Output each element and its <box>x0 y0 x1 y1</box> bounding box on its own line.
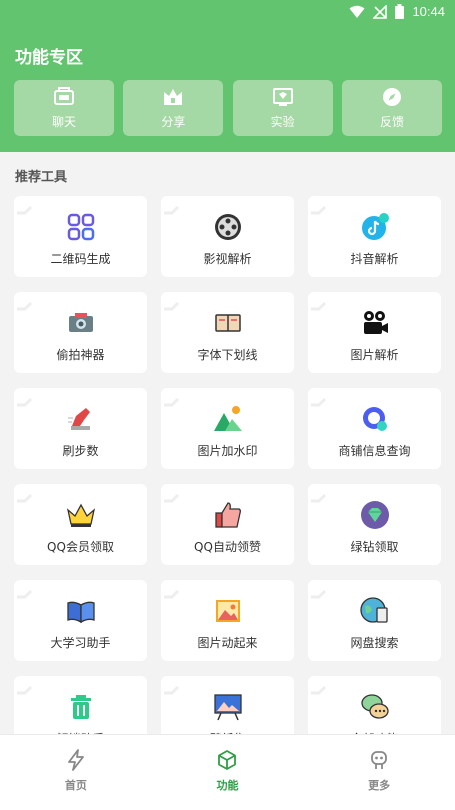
page-title: 功能专区 <box>15 48 83 68</box>
tool-label: 刷步数 <box>62 444 99 458</box>
quick-action-row: 聊天 分享 实验 反馈 <box>14 80 442 136</box>
search-bubble-icon <box>362 407 387 431</box>
no-signal-icon <box>373 4 388 19</box>
film-reel-icon <box>214 214 241 240</box>
quick-action-label: 聊天 <box>51 115 76 129</box>
card-decoration-icon <box>17 205 33 215</box>
nav-label: 功能 <box>216 779 239 792</box>
tool-label: 网盘搜索 <box>350 636 399 650</box>
card-decoration-icon <box>311 685 327 695</box>
card-decoration-icon <box>164 589 180 599</box>
status-bar: 10:44 <box>0 0 455 24</box>
bottom-nav: 首页 功能 更多 <box>0 734 455 810</box>
tool-label: QQ自动领赞 <box>194 540 261 554</box>
tool-label: 字体下划线 <box>197 348 258 362</box>
compass-icon <box>382 88 401 106</box>
card-decoration-icon <box>164 205 180 215</box>
cube-icon <box>218 750 237 770</box>
tool-card-watermark[interactable]: 图片加水印 <box>161 388 294 469</box>
card-decoration-icon <box>164 493 180 503</box>
running-shoe-icon <box>67 408 90 430</box>
easel-icon <box>213 694 242 721</box>
wifi-icon <box>349 5 365 18</box>
card-decoration-icon <box>164 397 180 407</box>
card-decoration-icon <box>311 205 327 215</box>
tool-label: 影视解析 <box>203 252 252 266</box>
quick-action-share[interactable]: 分享 <box>123 80 224 136</box>
card-decoration-icon <box>311 397 327 407</box>
nav-label: 首页 <box>64 779 87 792</box>
video-camera-icon <box>363 311 388 334</box>
tool-label: 图片动起来 <box>197 636 258 650</box>
tool-card-qq-like[interactable]: QQ自动领赞 <box>161 484 294 565</box>
mountain-image-icon <box>213 406 242 431</box>
lightning-icon <box>67 749 84 771</box>
tool-label: 图片加水印 <box>197 444 258 458</box>
tool-card-image-parse[interactable]: 图片解析 <box>308 292 441 373</box>
tool-card-animate-image[interactable]: 图片动起来 <box>161 580 294 661</box>
tool-card-cloud-search[interactable]: 网盘搜索 <box>308 580 441 661</box>
diamond-icon <box>360 501 389 529</box>
tool-label: 绿钻领取 <box>350 540 399 554</box>
nav-tab-features[interactable]: 功能 <box>167 749 287 793</box>
nav-tab-more[interactable]: 更多 <box>319 749 439 793</box>
picture-frame-icon <box>215 600 240 622</box>
chat-bubbles-icon <box>360 694 389 719</box>
battery-icon <box>395 4 405 19</box>
tool-card-font-underline[interactable]: 字体下划线 <box>161 292 294 373</box>
quick-action-label: 分享 <box>161 115 186 129</box>
tool-card-video-parse[interactable]: 影视解析 <box>161 196 294 277</box>
camera-icon <box>68 313 93 332</box>
chat-icon <box>54 87 74 105</box>
open-book-icon <box>66 601 95 624</box>
tool-label: QQ会员领取 <box>47 540 114 554</box>
share-icon <box>164 89 183 105</box>
quick-action-label: 实验 <box>270 115 295 129</box>
robot-icon <box>371 751 388 769</box>
tool-card-douyin-parse[interactable]: 抖音解析 <box>308 196 441 277</box>
tool-label: 抖音解析 <box>350 252 399 266</box>
nav-tab-home[interactable]: 首页 <box>16 749 136 793</box>
card-decoration-icon <box>17 301 33 311</box>
card-decoration-icon <box>17 685 33 695</box>
card-decoration-icon <box>17 397 33 407</box>
tool-card-green-diamond[interactable]: 绿钻领取 <box>308 484 441 565</box>
card-decoration-icon <box>311 301 327 311</box>
experiment-icon <box>272 88 293 106</box>
tool-label: 偷拍神器 <box>56 348 105 362</box>
card-decoration-icon <box>311 589 327 599</box>
card-decoration-icon <box>17 589 33 599</box>
card-decoration-icon <box>17 493 33 503</box>
tool-card-step-count[interactable]: 刷步数 <box>14 388 147 469</box>
quick-action-feedback[interactable]: 反馈 <box>341 80 442 136</box>
tool-label: 二维码生成 <box>50 252 111 266</box>
tool-label: 大学习助手 <box>50 636 111 650</box>
header: 功能专区 聊天 分享 实验 反馈 <box>0 24 455 152</box>
quick-action-chat[interactable]: 聊天 <box>14 80 114 136</box>
tool-label: 图片解析 <box>350 348 399 362</box>
tool-card-qq-vip[interactable]: QQ会员领取 <box>14 484 147 565</box>
qr-code-icon <box>67 213 94 241</box>
tool-label: 商铺信息查询 <box>338 444 411 458</box>
card-decoration-icon <box>311 493 327 503</box>
tool-card-shop-query[interactable]: 商铺信息查询 <box>308 388 441 469</box>
tool-grid: 二维码生成 影视解析 抖音解析 偷拍神器 字体下划线 图片解析 刷步数 图片加水… <box>14 196 442 757</box>
tool-card-camera[interactable]: 偷拍神器 <box>14 292 147 373</box>
tiktok-icon <box>361 213 389 240</box>
section-title: 推荐工具 <box>15 170 68 185</box>
card-decoration-icon <box>164 301 180 311</box>
crown-icon <box>66 503 95 527</box>
tool-card-study-helper[interactable]: 大学习助手 <box>14 580 147 661</box>
trash-icon <box>70 695 91 719</box>
thumbs-up-icon <box>214 502 241 528</box>
card-decoration-icon <box>164 685 180 695</box>
book-icon <box>214 314 241 332</box>
clock: 10:44 <box>412 4 445 19</box>
quick-action-experiment[interactable]: 实验 <box>232 80 333 136</box>
tool-card-qr-code[interactable]: 二维码生成 <box>14 196 147 277</box>
quick-action-label: 反馈 <box>379 115 404 129</box>
globe-doc-icon <box>359 597 388 623</box>
nav-label: 更多 <box>368 779 391 792</box>
